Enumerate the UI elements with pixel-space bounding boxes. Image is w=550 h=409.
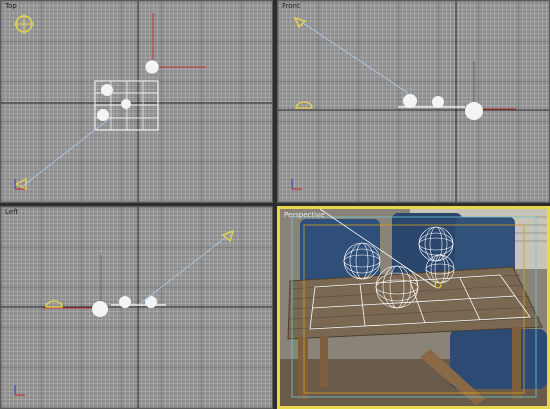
table-leg bbox=[320, 337, 328, 387]
target-line bbox=[302, 22, 409, 94]
viewport-left[interactable]: Left bbox=[0, 206, 273, 409]
table-leg bbox=[298, 337, 308, 399]
sphere-icon bbox=[121, 99, 131, 109]
sphere-icon bbox=[403, 94, 417, 108]
sphere-icon bbox=[97, 109, 109, 121]
viewport-top[interactable]: Top bbox=[0, 0, 273, 203]
omni-light-icon[interactable] bbox=[14, 14, 34, 34]
table-leg bbox=[512, 327, 521, 399]
sphere-icon bbox=[432, 96, 444, 108]
viewport-label-perspective[interactable]: Perspective bbox=[284, 211, 325, 219]
sphere-icon bbox=[101, 84, 113, 96]
sphere-icon bbox=[119, 296, 131, 308]
viewport-front[interactable]: Front bbox=[277, 0, 550, 203]
spot-light-icon[interactable] bbox=[293, 16, 307, 29]
sphere-icon bbox=[144, 59, 160, 75]
front-view-scene bbox=[278, 1, 549, 202]
perspective-scene bbox=[280, 209, 547, 406]
target-line bbox=[22, 118, 110, 187]
top-view-scene bbox=[1, 1, 272, 202]
camera-target-icon[interactable] bbox=[14, 178, 27, 190]
target-line bbox=[140, 236, 227, 304]
sphere-icon bbox=[145, 296, 157, 308]
axis-tripod-icon bbox=[291, 179, 302, 190]
sphere-icon bbox=[465, 102, 483, 120]
left-view-scene bbox=[1, 207, 272, 408]
spot-light-icon[interactable] bbox=[221, 229, 235, 243]
viewport-perspective[interactable]: Perspective bbox=[277, 206, 550, 409]
axis-tripod-icon bbox=[14, 385, 25, 396]
light-icon bbox=[295, 101, 313, 109]
sphere-icon bbox=[92, 301, 108, 317]
light-icon bbox=[45, 300, 63, 308]
